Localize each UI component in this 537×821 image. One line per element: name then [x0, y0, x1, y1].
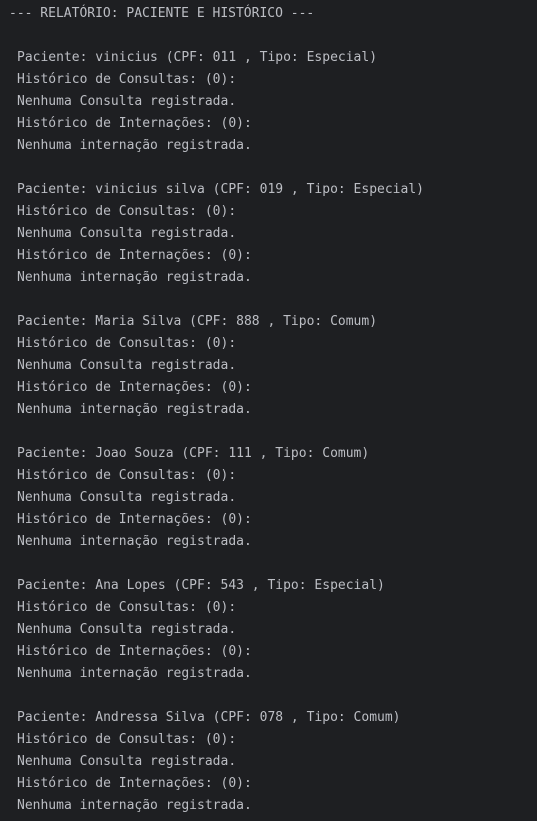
internacoes-empty: Nenhuma internação registrada. [17, 270, 252, 285]
internacoes-empty: Nenhuma internação registrada. [17, 798, 252, 813]
consultas-header: Histórico de Consultas: (0): [17, 468, 237, 483]
patient-line: Paciente: Joao Souza (CPF: 111 , Tipo: C… [17, 446, 370, 461]
patient-block: Paciente: vinicius (CPF: 011 , Tipo: Esp… [0, 47, 537, 157]
patient-line: Paciente: Andressa Silva (CPF: 078 , Tip… [17, 710, 401, 725]
consultas-empty: Nenhuma Consulta registrada. [17, 226, 237, 241]
internacoes-header: Histórico de Internações: (0): [17, 116, 252, 131]
patient-block: Paciente: Ana Lopes (CPF: 543 , Tipo: Es… [0, 575, 537, 685]
consultas-header: Histórico de Consultas: (0): [17, 732, 237, 747]
internacoes-empty: Nenhuma internação registrada. [17, 138, 252, 153]
internacoes-header: Histórico de Internações: (0): [17, 776, 252, 791]
consultas-empty: Nenhuma Consulta registrada. [17, 94, 237, 109]
patient-line: Paciente: Ana Lopes (CPF: 543 , Tipo: Es… [17, 578, 385, 593]
consultas-empty: Nenhuma Consulta registrada. [17, 358, 237, 373]
consultas-header: Histórico de Consultas: (0): [17, 600, 237, 615]
consultas-empty: Nenhuma Consulta registrada. [17, 622, 237, 637]
internacoes-header: Histórico de Internações: (0): [17, 512, 252, 527]
patient-line: Paciente: Maria Silva (CPF: 888 , Tipo: … [17, 314, 378, 329]
patient-block: Paciente: Andressa Silva (CPF: 078 , Tip… [0, 707, 537, 817]
patient-block: Paciente: vinicius silva (CPF: 019 , Tip… [0, 179, 537, 289]
patient-block: Paciente: Joao Souza (CPF: 111 , Tipo: C… [0, 443, 537, 553]
report-header: --- RELATÓRIO: PACIENTE E HISTÓRICO --- [9, 6, 315, 21]
internacoes-header: Histórico de Internações: (0): [17, 644, 252, 659]
patient-block: Paciente: Maria Silva (CPF: 888 , Tipo: … [0, 311, 537, 421]
consultas-header: Histórico de Consultas: (0): [17, 336, 237, 351]
patient-line: Paciente: vinicius silva (CPF: 019 , Tip… [17, 182, 424, 197]
consultas-header: Histórico de Consultas: (0): [17, 204, 237, 219]
consultas-empty: Nenhuma Consulta registrada. [17, 754, 237, 769]
internacoes-header: Histórico de Internações: (0): [17, 380, 252, 395]
internacoes-empty: Nenhuma internação registrada. [17, 534, 252, 549]
patient-line: Paciente: vinicius (CPF: 011 , Tipo: Esp… [17, 50, 378, 65]
consultas-empty: Nenhuma Consulta registrada. [17, 490, 237, 505]
internacoes-header: Histórico de Internações: (0): [17, 248, 252, 263]
internacoes-empty: Nenhuma internação registrada. [17, 402, 252, 417]
internacoes-empty: Nenhuma internação registrada. [17, 666, 252, 681]
console-output: --- RELATÓRIO: PACIENTE E HISTÓRICO --- … [0, 0, 537, 821]
consultas-header: Histórico de Consultas: (0): [17, 72, 237, 87]
